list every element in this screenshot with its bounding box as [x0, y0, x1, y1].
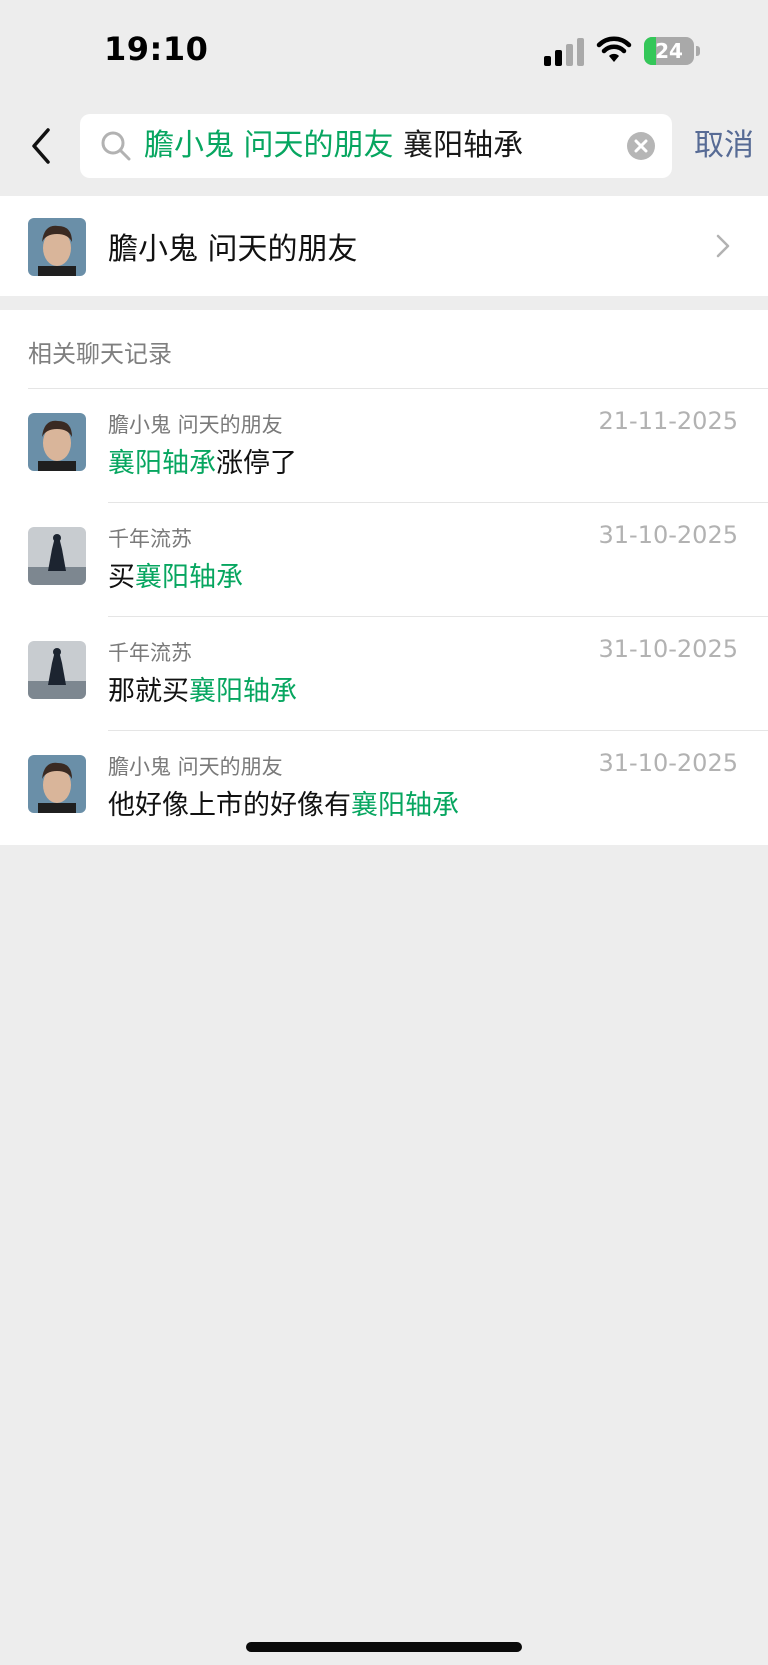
- avatar: [28, 218, 86, 276]
- record-date: 31-10-2025: [598, 749, 738, 777]
- record-message: 他好像上市的好像有襄阳轴承: [108, 783, 459, 822]
- contact-name: 膽小鬼 问天的朋友: [108, 232, 358, 267]
- status-bar: 19:10 24: [0, 0, 768, 100]
- chat-records-section: 相关聊天记录 膽小鬼 问天的朋友 21-11-2025 襄阳轴承涨停了 千年流苏…: [0, 310, 768, 845]
- wifi-icon: [596, 36, 632, 62]
- message-highlight: 襄阳轴承: [108, 448, 216, 479]
- message-highlight: 襄阳轴承: [135, 562, 243, 593]
- message-highlight: 襄阳轴承: [189, 676, 297, 707]
- avatar: [28, 413, 86, 471]
- clear-icon[interactable]: [626, 131, 656, 161]
- record-sender: 千年流苏: [108, 641, 192, 665]
- record-message: 那就买襄阳轴承: [108, 669, 297, 708]
- search-query: 膽小鬼 问天的朋友 襄阳轴承: [144, 114, 523, 178]
- signal-icon: [544, 38, 584, 66]
- chat-record[interactable]: 膽小鬼 问天的朋友 21-11-2025 襄阳轴承涨停了: [0, 389, 768, 503]
- record-date: 31-10-2025: [598, 635, 738, 663]
- message-text: 他好像上市的好像有: [108, 790, 351, 821]
- avatar: [28, 527, 86, 585]
- record-sender: 千年流苏: [108, 527, 192, 551]
- message-text: 那就买: [108, 676, 189, 707]
- record-message: 襄阳轴承涨停了: [108, 441, 297, 480]
- chat-record[interactable]: 千年流苏 31-10-2025 买襄阳轴承: [0, 503, 768, 617]
- chevron-right-icon: [716, 234, 730, 258]
- avatar: [28, 641, 86, 699]
- record-message: 买襄阳轴承: [108, 555, 243, 594]
- search-icon: [101, 131, 131, 161]
- avatar: [28, 755, 86, 813]
- message-text: 涨停了: [216, 448, 297, 479]
- message-text: 买: [108, 562, 135, 593]
- record-sender: 膽小鬼 问天的朋友: [108, 755, 283, 779]
- status-time: 19:10: [104, 30, 209, 68]
- battery-level: 24: [655, 39, 683, 63]
- message-highlight: 襄阳轴承: [351, 790, 459, 821]
- battery-icon: 24: [644, 37, 700, 65]
- record-date: 21-11-2025: [598, 407, 738, 435]
- contact-result[interactable]: 膽小鬼 问天的朋友: [0, 196, 768, 296]
- cancel-button[interactable]: 取消: [694, 124, 754, 168]
- search-query-highlight: 膽小鬼 问天的朋友: [144, 128, 394, 163]
- search-query-rest: 襄阳轴承: [393, 128, 524, 163]
- record-sender: 膽小鬼 问天的朋友: [108, 413, 283, 437]
- record-date: 31-10-2025: [598, 521, 738, 549]
- back-icon[interactable]: [24, 124, 60, 168]
- home-indicator[interactable]: [246, 1642, 522, 1652]
- search-input[interactable]: 膽小鬼 问天的朋友 襄阳轴承: [80, 114, 672, 178]
- chat-record[interactable]: 千年流苏 31-10-2025 那就买襄阳轴承: [0, 617, 768, 731]
- section-title: 相关聊天记录: [28, 340, 172, 368]
- chat-record[interactable]: 膽小鬼 问天的朋友 31-10-2025 他好像上市的好像有襄阳轴承: [0, 731, 768, 845]
